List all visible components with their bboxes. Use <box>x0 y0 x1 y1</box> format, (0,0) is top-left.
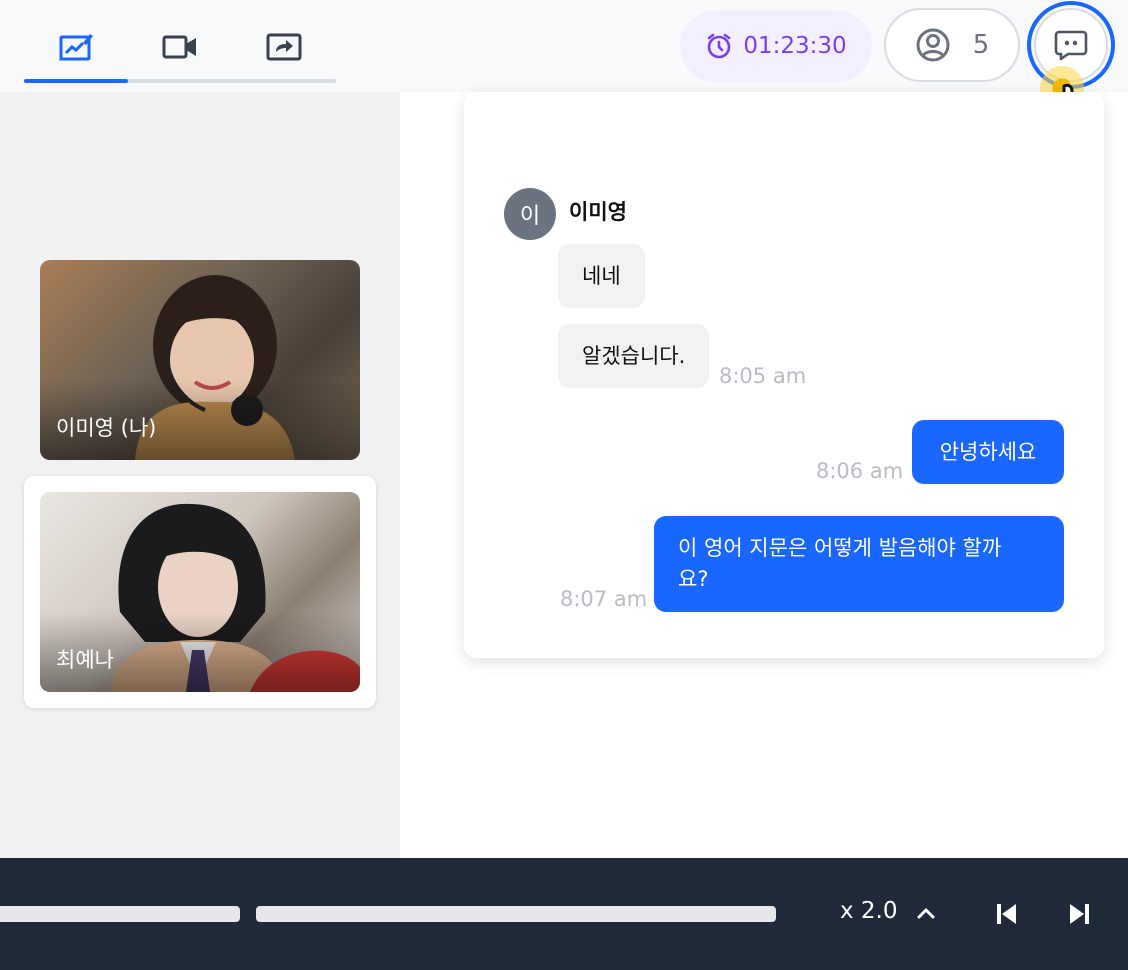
message-incoming: 알겠습니다. <box>558 324 710 388</box>
top-toolbar: 01:23:30 5 <box>0 0 1128 110</box>
chat-panel: 이 이미영 네네 알겠습니다. 8:05 am 안녕하세요 8:06 am 이 … <box>464 92 1104 658</box>
video-tile-participant[interactable]: 최예나 <box>40 492 360 692</box>
video-tile-self[interactable]: 이미영 (나) <box>40 260 360 460</box>
avatar: 이 <box>504 188 556 240</box>
timer-value: 01:23:30 <box>743 33 847 59</box>
tab-video[interactable] <box>128 24 232 70</box>
chevron-up-icon[interactable] <box>914 902 938 926</box>
view-tabs <box>24 0 336 92</box>
progress-segment[interactable] <box>0 906 240 922</box>
participant-name: 이미영 (나) <box>56 416 157 440</box>
skip-previous-icon[interactable] <box>994 902 1020 926</box>
tab-whiteboard[interactable] <box>24 24 128 70</box>
message-outgoing: 이 영어 지문은 어떻게 발음해야 할까 요? <box>654 516 1064 612</box>
message-text-line: 요? <box>678 567 709 591</box>
share-screen-icon <box>266 33 302 61</box>
message-text-line: 이 영어 지문은 어떻게 발음해야 할까 <box>678 536 1002 560</box>
video-panel: 이미영 (나) 최예나 <box>0 92 400 858</box>
participant-count: 5 <box>972 30 990 60</box>
chart-pen-icon <box>59 34 93 61</box>
video-camera-icon <box>162 35 196 59</box>
sender-name: 이미영 <box>569 200 627 224</box>
playback-speed[interactable]: x 2.0 <box>840 898 898 924</box>
user-circle-icon <box>916 28 950 62</box>
participant-name: 최예나 <box>56 648 114 672</box>
participants-button[interactable]: 5 <box>884 8 1020 82</box>
message-time: 8:07 am <box>560 587 648 611</box>
skip-next-icon[interactable] <box>1066 902 1092 926</box>
message-incoming: 네네 <box>558 244 645 308</box>
message-time: 8:06 am <box>816 459 904 483</box>
session-timer: 01:23:30 <box>680 10 872 82</box>
alarm-clock-icon <box>708 33 731 59</box>
message-outgoing: 안녕하세요 <box>912 420 1064 484</box>
chat-bubble-icon <box>1054 30 1088 61</box>
tab-active-indicator <box>24 79 128 83</box>
playback-bar: x 2.0 <box>0 858 1128 970</box>
message-time: 8:05 am <box>719 364 807 388</box>
tab-screen-share[interactable] <box>232 24 336 70</box>
progress-segment[interactable] <box>256 906 776 922</box>
